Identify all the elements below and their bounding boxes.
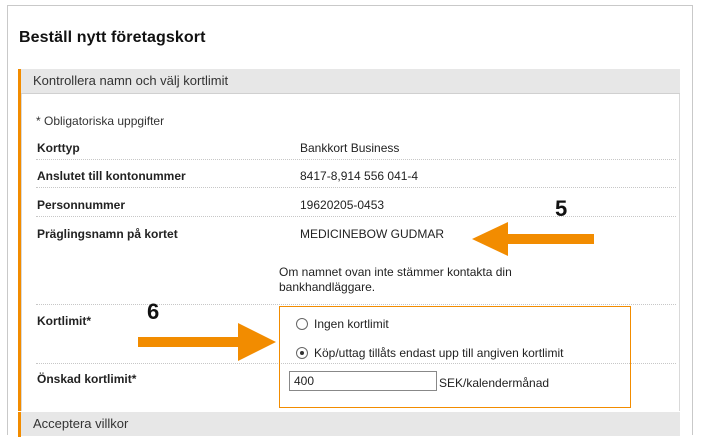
row-account: Anslutet till kontonummer 8417-8,914 556… [36,169,676,188]
section-header[interactable]: Acceptera villkor [21,412,680,436]
annotation-arrow-right-icon [138,323,276,361]
row-value: 19620205-0453 [300,198,385,212]
desired-limit-input[interactable] [289,371,437,391]
section-header: Kontrollera namn och välj kortlimit [21,69,680,94]
row-label: Korttyp [37,141,80,155]
row-value: 8417-8,914 556 041-4 [300,169,419,183]
row-label: Anslutet till kontonummer [37,169,186,183]
annotation-number-6: 6 [147,299,160,324]
row-label: Präglingsnamn på kortet [37,227,178,241]
name-note: Om namnet ovan inte stämmer kontakta din… [279,265,512,294]
radio-label: Ingen kortlimit [314,317,389,331]
radio-no-limit[interactable]: Ingen kortlimit [296,317,389,331]
radio-with-limit[interactable]: Köp/uttag tillåts endast upp till angive… [296,346,563,360]
radio-label: Köp/uttag tillåts endast upp till angive… [314,346,564,360]
radio-button[interactable] [296,318,308,330]
row-value: MEDICINEBOW GUDMAR [300,227,444,241]
section-accept-terms: Acceptera villkor [18,412,680,437]
row-label: Personnummer [37,198,126,212]
row-label: Kortlimit* [37,314,91,328]
required-note: * Obligatoriska uppgifter [36,114,165,128]
page-title: Beställ nytt företagskort [19,29,206,46]
radio-button[interactable] [296,347,308,359]
limit-unit: SEK/kalendermånad [439,376,550,390]
annotation-arrow-left-icon [472,222,594,256]
row-value: Bankkort Business [300,141,400,155]
row-label: Önskad kortlimit* [37,372,137,386]
annotation-number-5: 5 [555,196,568,221]
row-card-type: Korttyp Bankkort Business [36,141,676,160]
row-personnummer: Personnummer 19620205-0453 [36,198,676,217]
